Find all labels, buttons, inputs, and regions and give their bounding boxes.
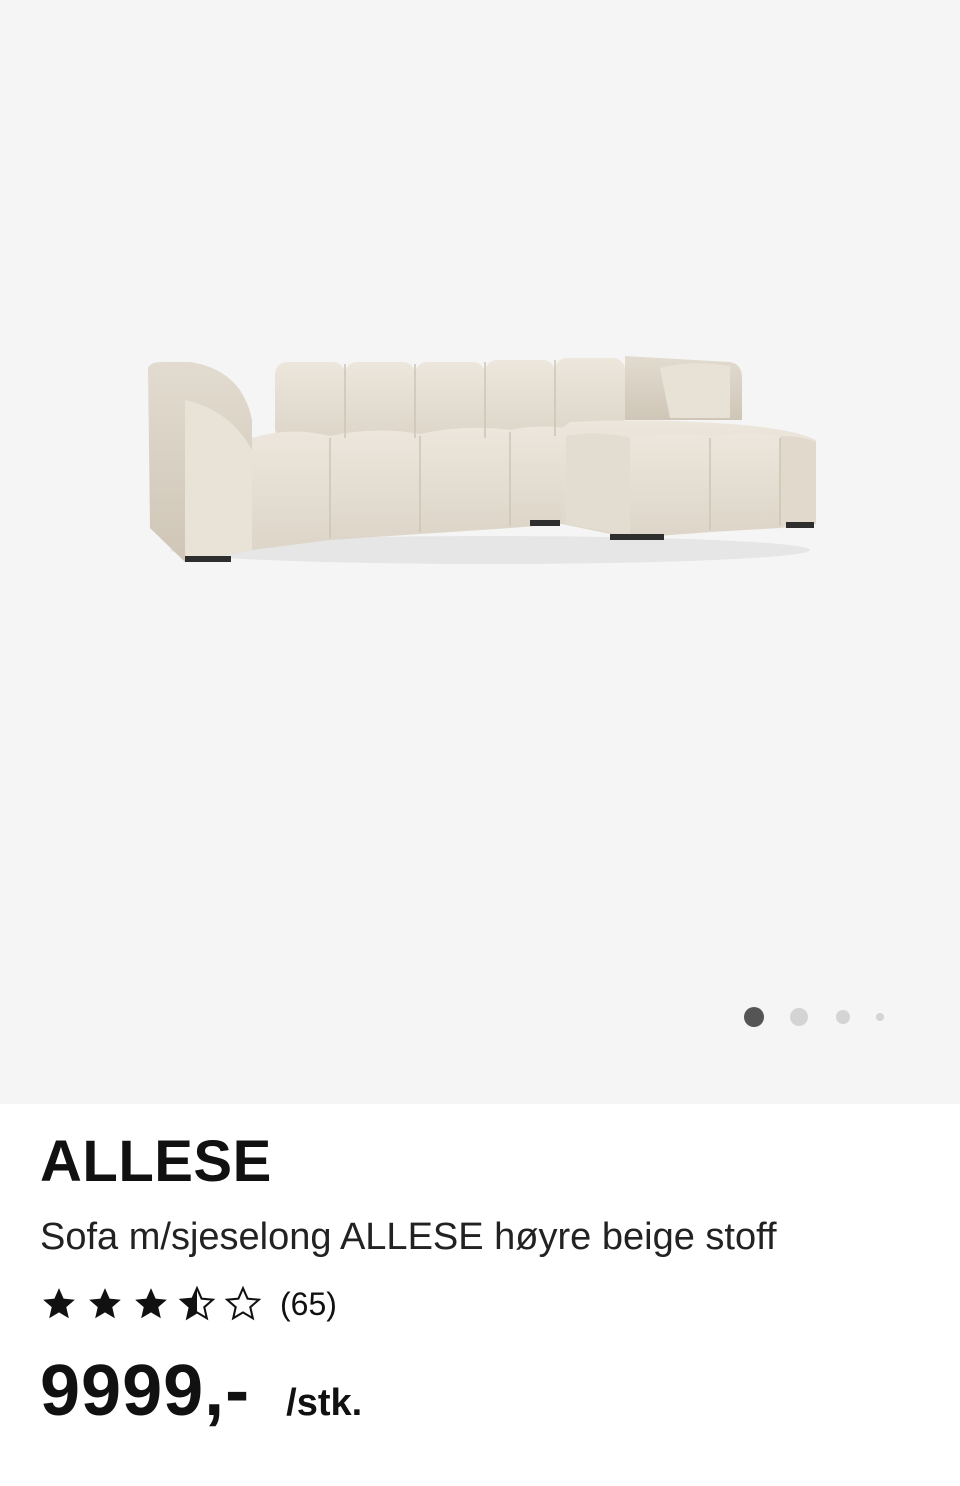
product-name: ALLESE [40,1129,272,1194]
gallery-dot-4[interactable] [876,1013,884,1021]
star-half-icon [178,1285,216,1321]
star-filled-icon [89,1288,121,1319]
product-info: ALLESE Sofa m/sjeselong ALLESE høyre bei… [0,1104,960,1486]
price-row: 9999,- /stk. [40,1350,362,1432]
star-filled-icon [43,1288,75,1319]
review-count[interactable]: (65) [280,1286,337,1323]
product-image[interactable] [130,340,830,580]
gallery-dot-1[interactable] [744,1007,764,1027]
product-rating[interactable]: (65) [40,1282,337,1326]
gallery-pagination[interactable] [740,1005,900,1029]
product-price: 9999,- [40,1351,251,1431]
gallery-dot-3[interactable] [836,1010,850,1024]
product-image-gallery[interactable] [0,0,960,1104]
star-filled-icon [135,1288,167,1319]
product-description: Sofa m/sjeselong ALLESE høyre beige stof… [40,1216,777,1258]
price-unit: /stk. [286,1382,363,1424]
rating-stars [40,1285,270,1323]
gallery-dot-2[interactable] [790,1008,808,1026]
star-empty-icon [224,1285,262,1321]
